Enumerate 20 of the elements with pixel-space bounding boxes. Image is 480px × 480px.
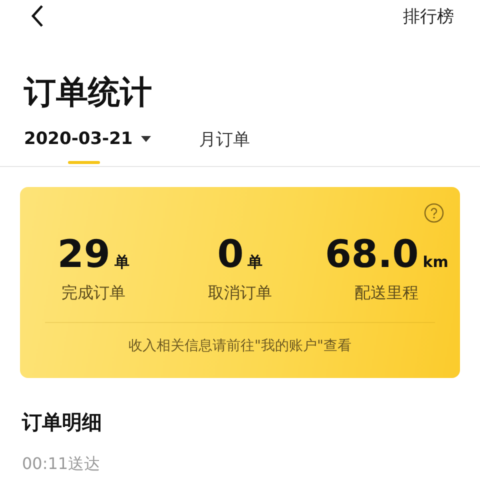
stat-label: 完成订单 (61, 283, 126, 304)
order-time: 00:11送达 (22, 454, 102, 475)
section-heading: 订单明细 (22, 409, 103, 436)
back-icon[interactable] (30, 4, 44, 28)
page-title: 订单统计 (24, 72, 153, 112)
stat-value: 68.0 (324, 233, 419, 275)
caret-icon (140, 136, 151, 142)
tab[interactable]: 2020-03-21 (24, 126, 151, 164)
leaderboard-link[interactable]: 排行榜 (403, 4, 454, 28)
help-icon[interactable] (424, 203, 444, 223)
stat-unit: 单 (248, 253, 263, 272)
stat-value: 29 (57, 233, 110, 275)
stat-label: 取消订单 (208, 283, 272, 304)
tab[interactable]: 月订单 (198, 126, 250, 164)
stat-label: 配送里程 (354, 283, 419, 304)
account-note: 收入相关信息请前往"我的账户"查看 (128, 337, 352, 355)
tab-indicator (68, 161, 100, 164)
stat-value: 0 (217, 233, 244, 275)
stat-unit: 单 (114, 253, 130, 272)
stat-unit: km (422, 253, 448, 271)
